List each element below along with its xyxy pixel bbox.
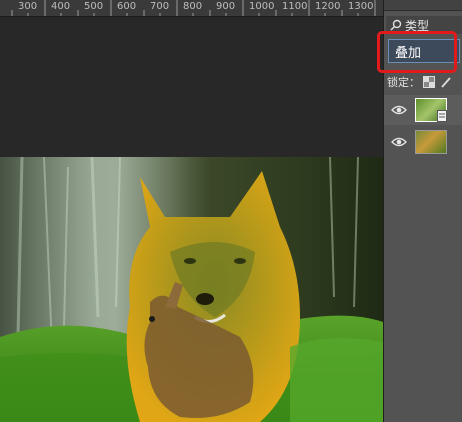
lock-label: 锁定：: [387, 76, 420, 89]
ruler-tick-label: 1000: [249, 1, 275, 12]
ruler-tick-label: 1300: [348, 1, 374, 12]
lock-transparent-pixels-icon[interactable]: [423, 76, 435, 88]
canvas-image[interactable]: [0, 157, 383, 422]
ruler-tick-label: 1200: [315, 1, 341, 12]
lock-image-pixels-icon[interactable]: [440, 76, 452, 88]
lock-row: 锁定：: [387, 74, 462, 90]
eye-icon[interactable]: [391, 136, 407, 148]
eye-icon[interactable]: [391, 104, 407, 116]
ruler-tick-label: 1100: [282, 1, 308, 12]
layer-thumbnail-fox: [415, 130, 447, 154]
layer-row-rabbit[interactable]: [384, 95, 462, 125]
search-icon: [390, 19, 402, 31]
horizontal-ruler: 300 400 500 600 700 800 900 1000 1100 12…: [0, 0, 383, 17]
ruler-tick-label: 400: [51, 1, 71, 12]
ruler-tick-label: 500: [84, 1, 104, 12]
ruler-tick-label: 900: [216, 1, 236, 12]
ruler-tick-label: 800: [183, 1, 203, 12]
layer-row-fox[interactable]: [384, 127, 462, 157]
ruler-tick-label: 300: [18, 1, 38, 12]
highlight-annotation-box: [377, 31, 457, 73]
ruler-tick-label: 700: [150, 1, 170, 12]
composite-photo: [0, 157, 383, 422]
panel-tab-bar: [384, 0, 462, 11]
ruler-tick-label: 600: [117, 1, 137, 12]
smart-object-icon: [437, 110, 447, 122]
